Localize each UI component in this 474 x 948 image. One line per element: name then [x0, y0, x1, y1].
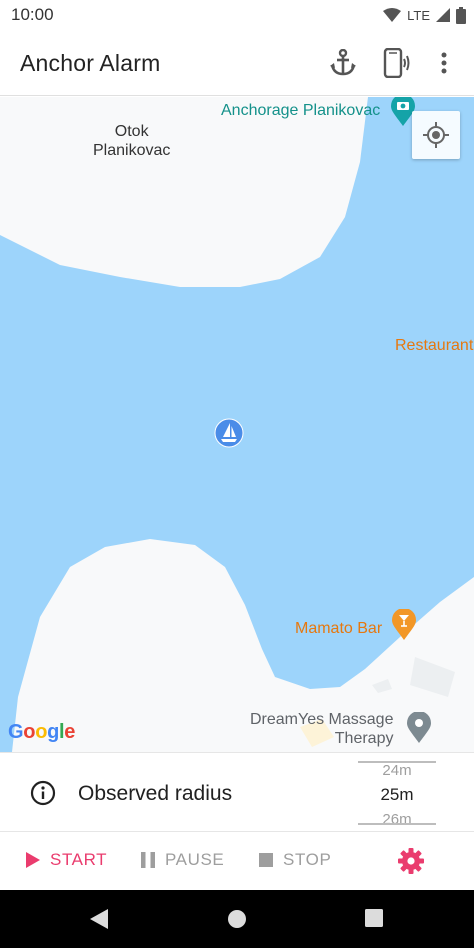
overflow-menu-button[interactable]: [424, 44, 464, 82]
picker-previous-value[interactable]: 24m: [358, 762, 436, 779]
alarm-action-bar: START PAUSE STOP: [0, 832, 474, 890]
settings-button[interactable]: [398, 848, 424, 879]
my-location-icon: [423, 122, 449, 148]
start-button[interactable]: START: [26, 850, 107, 870]
app-bar-actions: [316, 44, 464, 82]
radius-label: Observed radius: [78, 782, 233, 805]
play-icon: [26, 852, 40, 868]
map-view[interactable]: Otok Planikovac Anchorage Planikovac Res…: [0, 97, 474, 752]
more-vert-icon: [441, 52, 447, 74]
picker-selected-value[interactable]: 25m: [358, 785, 436, 805]
network-type: LTE: [407, 7, 430, 23]
recents-icon[interactable]: [365, 909, 383, 927]
map-label-massage-text: DreamYes Massage Therapy: [250, 711, 394, 747]
pause-label: PAUSE: [165, 850, 225, 869]
wifi-icon: [383, 8, 402, 22]
map-label-island: Otok Planikovac: [93, 122, 170, 160]
gear-icon: [398, 848, 424, 874]
home-icon[interactable]: [227, 909, 247, 929]
map-label-anchorage[interactable]: Anchorage Planikovac: [221, 101, 380, 120]
phone-vibrate-icon: [383, 48, 410, 78]
stop-button[interactable]: STOP: [259, 850, 331, 870]
radius-number-picker[interactable]: 24m 25m 26m: [358, 755, 436, 831]
poi-bar-marker-icon[interactable]: [392, 609, 416, 641]
my-location-button[interactable]: [412, 111, 460, 159]
info-icon: [30, 780, 56, 806]
battery-icon: [456, 6, 466, 24]
stop-label: STOP: [283, 850, 332, 869]
sailboat-marker-icon[interactable]: [214, 418, 244, 448]
picker-divider-bottom: [358, 823, 436, 825]
vibrate-mode-button[interactable]: [370, 44, 424, 82]
back-icon[interactable]: [90, 909, 108, 929]
cellular-signal-icon: [436, 8, 450, 22]
status-bar: 10:00 LTE: [0, 0, 474, 30]
radius-setting-row: Observed radius 24m 25m 26m: [0, 752, 474, 832]
pause-button[interactable]: PAUSE: [141, 850, 224, 870]
status-time: 10:00: [11, 5, 54, 24]
google-logo: Google: [8, 721, 76, 743]
map-label-restaurant[interactable]: Restaurant: [395, 336, 473, 355]
system-navigation-bar: [0, 890, 474, 948]
app-bar: Anchor Alarm: [0, 30, 474, 96]
map-label-island-text: Otok Planikovac: [93, 123, 171, 159]
map-label-bar[interactable]: Mamato Bar: [295, 619, 382, 638]
pause-icon: [141, 852, 155, 868]
anchor-button[interactable]: [316, 44, 370, 82]
status-icons: LTE: [383, 5, 466, 25]
stop-icon: [259, 853, 273, 867]
app-title: Anchor Alarm: [20, 50, 161, 76]
start-label: START: [50, 850, 108, 869]
map-label-massage[interactable]: DreamYes Massage Therapy: [250, 710, 393, 748]
poi-place-marker-icon[interactable]: [407, 712, 431, 744]
picker-next-value[interactable]: 26m: [358, 811, 436, 828]
anchor-icon: [330, 49, 356, 76]
